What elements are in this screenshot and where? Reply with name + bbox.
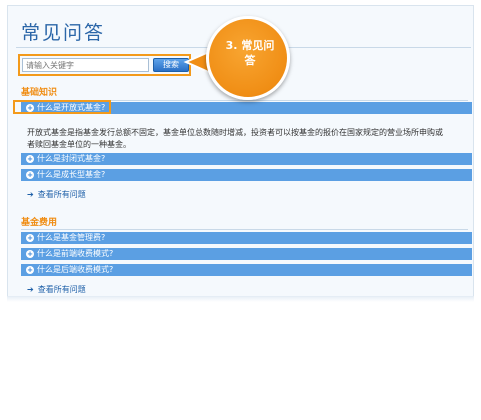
- question-item[interactable]: + 什么是基金管理费?: [21, 232, 472, 244]
- question-item[interactable]: + 什么是成长型基金?: [21, 169, 472, 181]
- question-label: 什么是后端收费模式?: [37, 265, 114, 274]
- plus-circle-icon: +: [26, 266, 34, 274]
- view-all-label: 查看所有问题: [37, 190, 86, 199]
- answer-text: 开放式基金是指基金发行总额不固定，基金单位总数随时增减，投资者可以按基金的报价在…: [27, 128, 443, 149]
- view-all-link[interactable]: ➔ 查看所有问题: [27, 189, 86, 200]
- section-title-fees: 基金费用: [21, 218, 58, 228]
- question-item[interactable]: + 什么是后端收费模式?: [21, 264, 472, 276]
- question-label: 什么是前端收费模式?: [37, 249, 114, 258]
- callout-line-2: 答: [244, 54, 256, 67]
- arrow-right-icon: ➔: [27, 285, 34, 294]
- search-input[interactable]: [22, 58, 149, 72]
- question-label: 什么是成长型基金?: [37, 170, 106, 179]
- view-all-link[interactable]: ➔ 查看所有问题: [27, 284, 86, 295]
- plus-circle-icon: +: [26, 234, 34, 242]
- question-item[interactable]: + 什么是前端收费模式?: [21, 248, 472, 260]
- callout-line-1: 3. 常见问: [225, 39, 275, 52]
- callout-text: 3. 常见问 答: [220, 38, 280, 68]
- question-label: 什么是封闭式基金?: [37, 154, 106, 163]
- arrow-right-icon: ➔: [27, 190, 34, 199]
- panel-shadow: [7, 296, 474, 302]
- section-title-basics: 基础知识: [21, 88, 58, 98]
- page-title: 常见问答: [21, 22, 106, 44]
- plus-circle-icon: +: [26, 250, 34, 258]
- plus-circle-icon: +: [26, 155, 34, 163]
- question-item[interactable]: + 什么是封闭式基金?: [21, 153, 472, 165]
- question-highlight-box: [13, 100, 111, 114]
- question-label: 什么是基金管理费?: [37, 233, 106, 242]
- section-divider: [21, 229, 468, 230]
- search-button[interactable]: 搜索: [153, 58, 189, 72]
- view-all-label: 查看所有问题: [37, 285, 86, 294]
- plus-circle-icon: +: [26, 171, 34, 179]
